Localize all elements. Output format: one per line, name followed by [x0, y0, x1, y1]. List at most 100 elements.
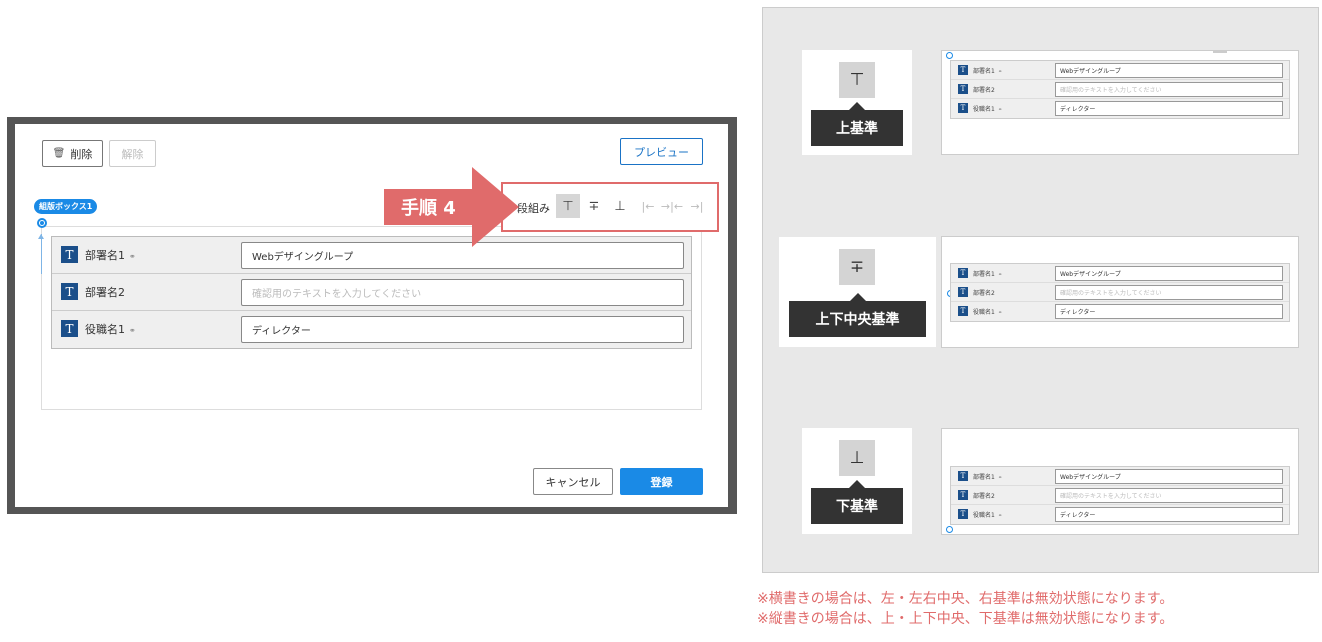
field-label: 役職名1 [85, 323, 125, 336]
preview-row: T 役職名1 ⚭ ディレクター [951, 302, 1289, 321]
text-field-icon: T [958, 268, 968, 278]
notes: ※横書きの場合は、左・左右中央、右基準は無効状態になります。 ※縦書きの場合は、… [757, 589, 1173, 629]
field-input: ディレクター [1055, 101, 1283, 116]
link-icon: ⚭ [997, 272, 1003, 278]
text-field-icon: T [958, 287, 968, 297]
align-top-demo: ⊤ 上基準 [802, 50, 912, 155]
link-icon: ⚭ [129, 326, 136, 335]
caption-middle: 上下中央基準 [789, 293, 926, 337]
text-field-icon: T [61, 320, 78, 337]
field-label: 部署名1 [85, 249, 125, 262]
register-button[interactable]: 登録 [620, 468, 703, 495]
field-label: 部署名2 [973, 493, 995, 500]
field-input[interactable]: ディレクター [241, 316, 684, 343]
field-input: Webデザイングループ [1055, 469, 1283, 484]
delete-button-label: 削除 [70, 147, 93, 161]
field-label: 部署名1 [973, 271, 995, 278]
layout-label: 段組み [517, 202, 550, 215]
field-row: T 部署名1 ⚭ Webデザイングループ [52, 237, 691, 274]
trash-icon: 🗑 [52, 148, 66, 159]
text-field-icon: T [958, 490, 968, 500]
note-vertical: ※縦書きの場合は、上・上下中央、下基準は無効状態になります。 [757, 611, 1174, 627]
align-left-icon[interactable]: |← [636, 194, 660, 218]
align-bottom-icon: ⊥ [839, 440, 875, 476]
scroll-tab [1213, 50, 1227, 53]
link-icon: ⚭ [997, 475, 1003, 481]
drag-handle-icon[interactable] [37, 218, 47, 228]
align-middle-demo: ∓ 上下中央基準 [779, 237, 936, 347]
clear-button[interactable]: 解除 [109, 140, 156, 167]
field-label: 部署名2 [973, 87, 995, 94]
field-row: T 役職名1 ⚭ ディレクター [52, 311, 691, 348]
preview-row: T 部署名2 確認用のテキストを入力してください [951, 486, 1289, 505]
field-row: T 部署名2 確認用のテキストを入力してください [52, 274, 691, 311]
field-label: 部署名1 [973, 474, 995, 481]
align-top-icon: ⊤ [839, 62, 875, 98]
preview-rows: T 部署名1 ⚭ Webデザイングループ T 部署名2 確認用のテキストを入力してください… [950, 466, 1290, 525]
link-icon: ⚭ [129, 252, 136, 261]
layout-toolbar-highlight: 段組み ⊤ ∓ ⊥ |← →|← →| [501, 182, 719, 232]
preview-row: T 部署名2 確認用のテキストを入力してください [951, 283, 1289, 302]
link-icon: ⚭ [997, 107, 1003, 113]
text-field-icon: T [958, 471, 968, 481]
register-button-label: 登録 [650, 475, 673, 489]
handle-icon [946, 52, 953, 59]
bottom-preview: T 部署名1 ⚭ Webデザイングループ T 部署名2 確認用のテキストを入力してください… [941, 428, 1299, 535]
preview-row: T 役職名1 ⚭ ディレクター [951, 99, 1289, 118]
preview-row: T 部署名2 確認用のテキストを入力してください [951, 80, 1289, 99]
up-arrow-icon [38, 234, 44, 274]
examples-panel: ⊤ 上基準 T 部署名1 ⚭ Webデザイングループ T 部署名2 確認用のテキストを入力… [762, 7, 1319, 573]
field-input: ディレクター [1055, 507, 1283, 522]
field-input: 確認用のテキストを入力してください [1055, 82, 1283, 97]
text-field-icon: T [958, 103, 968, 113]
link-icon: ⚭ [997, 310, 1003, 316]
caption-top: 上基準 [811, 102, 903, 146]
link-icon: ⚭ [997, 513, 1003, 519]
text-field-icon: T [958, 84, 968, 94]
align-center-icon[interactable]: →|← [660, 194, 684, 218]
align-middle-icon[interactable]: ∓ [582, 194, 606, 218]
preview-row: T 部署名1 ⚭ Webデザイングループ [951, 264, 1289, 283]
field-input: 確認用のテキストを入力してください [1055, 285, 1283, 300]
align-right-icon[interactable]: →| [685, 194, 709, 218]
edit-dialog: 🗑 削除 解除 プレビュー 組版ボックス1 T 部署名1 ⚭ Webデザイングルー… [15, 124, 728, 507]
caption-bottom: 下基準 [811, 480, 903, 524]
field-label: 役職名1 [973, 106, 995, 113]
align-bottom-demo: ⊥ 下基準 [802, 428, 912, 534]
layout-box-tag[interactable]: 組版ボックス1 [34, 199, 98, 214]
top-preview: T 部署名1 ⚭ Webデザイングループ T 部署名2 確認用のテキストを入力してください… [941, 50, 1299, 155]
preview-row: T 部署名1 ⚭ Webデザイングループ [951, 61, 1289, 80]
preview-button-label: プレビュー [634, 145, 689, 159]
field-input: Webデザイングループ [1055, 63, 1283, 78]
text-field-icon: T [958, 65, 968, 75]
text-field-icon: T [958, 509, 968, 519]
field-label: 部署名2 [85, 286, 125, 299]
align-bottom-icon[interactable]: ⊥ [608, 194, 632, 218]
note-horizontal: ※横書きの場合は、左・左右中央、右基準は無効状態になります。 [757, 591, 1174, 607]
preview-row: T 部署名1 ⚭ Webデザイングループ [951, 467, 1289, 486]
field-input: Webデザイングループ [1055, 266, 1283, 281]
field-input: ディレクター [1055, 304, 1283, 319]
cancel-button[interactable]: キャンセル [533, 468, 613, 495]
field-label: 役職名1 [973, 512, 995, 519]
text-field-icon: T [61, 246, 78, 263]
align-middle-icon: ∓ [839, 249, 875, 285]
text-field-icon: T [61, 283, 78, 300]
align-top-icon[interactable]: ⊤ [556, 194, 580, 218]
preview-rows: T 部署名1 ⚭ Webデザイングループ T 部署名2 確認用のテキストを入力してください… [950, 263, 1290, 322]
handle-icon [946, 526, 953, 533]
field-label: 部署名1 [973, 68, 995, 75]
preview-button[interactable]: プレビュー [620, 138, 703, 165]
field-label: 部署名2 [973, 290, 995, 297]
cancel-button-label: キャンセル [545, 475, 601, 489]
field-rows: T 部署名1 ⚭ Webデザイングループ T 部署名2 確認用のテキストを入力して… [51, 236, 692, 349]
field-input[interactable]: 確認用のテキストを入力してください [241, 279, 684, 306]
delete-button[interactable]: 🗑 削除 [42, 140, 103, 167]
link-icon: ⚭ [997, 69, 1003, 75]
middle-preview: T 部署名1 ⚭ Webデザイングループ T 部署名2 確認用のテキストを入力してください… [941, 236, 1299, 348]
dialog-frame: 🗑 削除 解除 プレビュー 組版ボックス1 T 部署名1 ⚭ Webデザイングルー… [7, 117, 737, 514]
preview-row: T 役職名1 ⚭ ディレクター [951, 505, 1289, 524]
field-label: 役職名1 [973, 309, 995, 316]
clear-button-label: 解除 [121, 147, 144, 161]
text-field-icon: T [958, 306, 968, 316]
